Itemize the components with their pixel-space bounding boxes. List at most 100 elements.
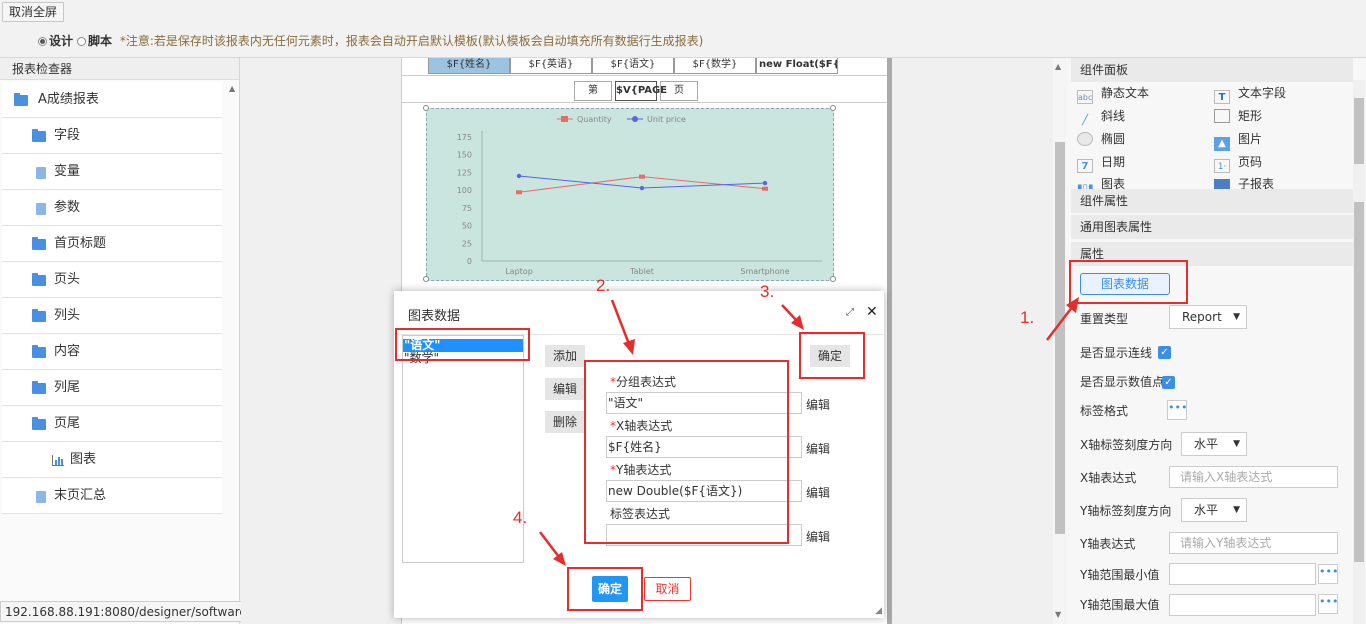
y-expression-input[interactable]: 请输入Y轴表达式 <box>1169 532 1338 554</box>
design-mode-label[interactable]: 设计 <box>49 34 73 48</box>
y-max-button[interactable]: ••• <box>1318 594 1338 614</box>
header-cell[interactable]: new Float($F{语 <box>756 58 838 74</box>
text-field-icon: T <box>1214 90 1230 104</box>
resize-handle[interactable] <box>830 105 836 111</box>
resize-grip-icon[interactable]: ◢ <box>875 606 882 616</box>
y-tick-direction-select[interactable]: 水平 ▼ <box>1181 498 1247 522</box>
header-cell[interactable]: $F{语文} <box>592 58 674 74</box>
tree-item-fields[interactable]: 字段 <box>2 118 222 154</box>
tree-item-parameters[interactable]: 参数 <box>2 190 222 226</box>
x-tick-label: Smartphone <box>740 267 789 276</box>
header-cell[interactable]: $F{数学} <box>674 58 756 74</box>
scroll-thumb[interactable] <box>1354 98 1364 164</box>
tree-item-label: 列头 <box>54 308 81 323</box>
component-props-title[interactable]: 组件属性 <box>1071 189 1353 213</box>
resize-handle[interactable] <box>423 105 429 111</box>
design-radio[interactable] <box>38 37 47 46</box>
tree-item-variables[interactable]: 变量 <box>2 154 222 190</box>
component-ellipse[interactable]: 椭圆 <box>1077 129 1125 149</box>
delete-button[interactable]: 删除 <box>545 411 585 433</box>
y-tick-label: 25 <box>462 239 472 248</box>
inspector-tree: A成绩报表 字段 变量 参数 首页标题 页头 列头 内容 列尾 页尾 图表 末页… <box>2 82 222 514</box>
scroll-thumb[interactable] <box>1055 142 1065 534</box>
edit-x-expression-link[interactable]: 编辑 <box>806 440 830 457</box>
script-radio[interactable] <box>77 37 87 46</box>
tree-item-page-footer[interactable]: 页尾 <box>2 406 222 442</box>
page-prefix-cell[interactable]: 第 <box>574 81 612 101</box>
edit-y-expression-link[interactable]: 编辑 <box>806 484 830 501</box>
tree-item-page-header[interactable]: 页头 <box>2 262 222 298</box>
resize-handle[interactable] <box>423 276 429 282</box>
show-points-checkbox[interactable]: ✓ <box>1162 376 1175 389</box>
properties-scrollbar[interactable] <box>1353 190 1365 624</box>
scroll-thumb[interactable] <box>1354 202 1364 562</box>
canvas-scrollbar[interactable]: ▲ ▼ <box>1053 58 1067 624</box>
x-expression-input[interactable]: 请输入X轴表达式 <box>1169 466 1338 488</box>
inspector-scrollbar[interactable]: ▲ ▼ <box>227 82 237 622</box>
show-line-checkbox[interactable]: ✓ <box>1158 346 1171 359</box>
page-suffix-cell[interactable]: 页 <box>660 81 698 101</box>
component-rectangle[interactable]: 矩形 <box>1214 106 1262 126</box>
component-date[interactable]: 7 日期 <box>1077 152 1125 173</box>
ok-button[interactable]: 确定 <box>592 576 628 602</box>
tree-item-chart[interactable]: 图表 <box>2 442 222 478</box>
tree-item-label: 图表 <box>70 452 97 467</box>
tree-item-label: 参数 <box>54 200 81 215</box>
group-option[interactable]: "数学" <box>403 352 523 365</box>
component-image[interactable]: ▲ 图片 <box>1214 129 1262 151</box>
tree-item-column-header[interactable]: 列头 <box>2 298 222 334</box>
edit-group-expression-link[interactable]: 编辑 <box>806 396 830 413</box>
props-title[interactable]: 属性 <box>1071 242 1353 266</box>
component-text-field[interactable]: T 文本字段 <box>1214 83 1286 104</box>
reset-type-select[interactable]: Report ▼ <box>1169 305 1247 329</box>
resize-handle[interactable] <box>830 276 836 282</box>
y-expression-input[interactable]: new Double($F{语文}) <box>606 480 802 502</box>
component-page-number[interactable]: 1· 页码 <box>1214 152 1262 173</box>
ellipse-icon <box>1077 132 1093 146</box>
maximize-icon[interactable]: ⤢ <box>846 307 854 318</box>
tree-item-content[interactable]: 内容 <box>2 334 222 370</box>
tree-item-last-page-summary[interactable]: 末页汇总 <box>2 478 222 514</box>
x-tick-direction-select[interactable]: 水平 ▼ <box>1181 432 1247 456</box>
diagonal-line-icon: ╱ <box>1081 115 1089 126</box>
edit-button[interactable]: 编辑 <box>545 378 585 400</box>
x-expression-input[interactable]: $F{姓名} <box>606 436 802 458</box>
header-cell[interactable]: $F{英语} <box>510 58 592 74</box>
page-variable-cell[interactable]: $V{PAGE <box>615 81 667 101</box>
data-point <box>639 174 645 179</box>
tree-item-column-footer[interactable]: 列尾 <box>2 370 222 406</box>
component-static-text[interactable]: abc 静态文本 <box>1077 83 1150 104</box>
tree-item-first-page-title[interactable]: 首页标题 <box>2 226 222 262</box>
edit-label-expression-link[interactable]: 编辑 <box>806 528 830 545</box>
chart-element[interactable]: 0 25 50 75 100 125 150 175 Laptop Tablet Smartphon… <box>426 108 834 281</box>
folder-open-icon <box>14 93 28 106</box>
y-min-input[interactable] <box>1169 563 1316 585</box>
close-icon[interactable]: ✕ <box>866 304 878 320</box>
y-min-button[interactable]: ••• <box>1318 564 1338 584</box>
add-button[interactable]: 添加 <box>545 345 585 367</box>
common-chart-props-title[interactable]: 通用图表属性 <box>1071 215 1353 239</box>
components-panel-title: 组件面板 <box>1071 58 1353 82</box>
label-format-button[interactable]: ••• <box>1167 400 1187 420</box>
component-label: 静态文本 <box>1101 86 1150 100</box>
header-cell[interactable]: $F{姓名} <box>428 58 510 74</box>
scroll-up-icon[interactable]: ▲ <box>1055 62 1061 71</box>
group-list[interactable]: "语文" "数学" <box>402 335 524 563</box>
component-diagonal-line[interactable]: ╱ 斜线 <box>1077 106 1125 126</box>
y-expression-label: *Y轴表达式 <box>610 463 672 477</box>
script-mode-label[interactable]: 脚本 <box>88 34 112 48</box>
confirm-group-button[interactable]: 确定 <box>810 345 850 367</box>
exit-fullscreen-button[interactable]: 取消全屏 <box>2 2 65 22</box>
y-max-input[interactable] <box>1169 594 1316 616</box>
scroll-down-icon[interactable]: ▼ <box>1055 610 1061 619</box>
cancel-button[interactable]: 取消 <box>644 577 691 601</box>
static-text-icon: abc <box>1077 90 1093 104</box>
tree-item-label: 列尾 <box>54 380 81 395</box>
scroll-up-icon[interactable]: ▲ <box>229 84 235 93</box>
label-expression-input[interactable] <box>606 524 802 546</box>
group-expression-input[interactable]: "语文" <box>606 392 802 414</box>
tree-item-report[interactable]: A成绩报表 <box>2 82 222 118</box>
chart-data-button[interactable]: 图表数据 <box>1080 273 1170 295</box>
components-scrollbar[interactable] <box>1353 80 1365 190</box>
folder-icon <box>32 237 46 250</box>
